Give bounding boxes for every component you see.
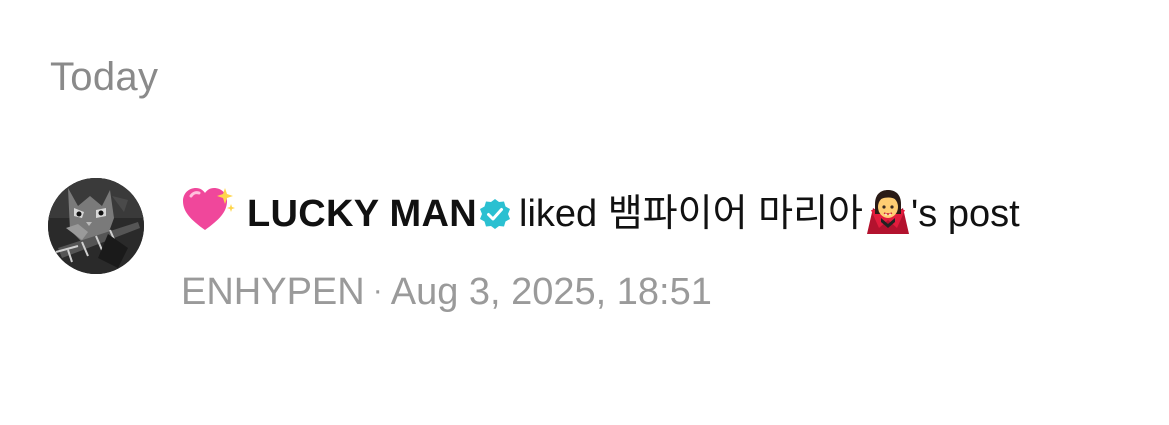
target-name-link[interactable]: 뱀파이어 마리아 bbox=[608, 193, 863, 235]
possessive-suffix: 's bbox=[911, 193, 938, 235]
action-text: liked bbox=[519, 193, 598, 235]
cat-guitar-avatar-icon bbox=[48, 178, 144, 274]
section-header-today: Today bbox=[50, 55, 159, 99]
notification-item[interactable]: LUCKY MAN liked 뱀파이어 마리아 's post ENHYPEN… bbox=[48, 178, 1128, 378]
woman-vampire-icon bbox=[865, 188, 911, 251]
user-avatar[interactable] bbox=[48, 178, 144, 274]
community-name[interactable]: ENHYPEN bbox=[181, 271, 365, 313]
meta-separator: · bbox=[372, 274, 383, 307]
sparkling-heart-icon bbox=[181, 186, 235, 247]
object-text: post bbox=[947, 193, 1020, 235]
timestamp: Aug 3, 2025, 18:51 bbox=[390, 271, 712, 313]
notification-content: LUCKY MAN liked 뱀파이어 마리아 's post ENHYPEN… bbox=[181, 186, 1111, 318]
notification-meta: ENHYPEN · Aug 3, 2025, 18:51 bbox=[181, 269, 1111, 318]
notification-message: LUCKY MAN liked 뱀파이어 마리아 's post bbox=[181, 186, 1111, 251]
verified-badge-icon bbox=[479, 192, 511, 245]
username-link[interactable]: LUCKY MAN bbox=[247, 193, 477, 235]
